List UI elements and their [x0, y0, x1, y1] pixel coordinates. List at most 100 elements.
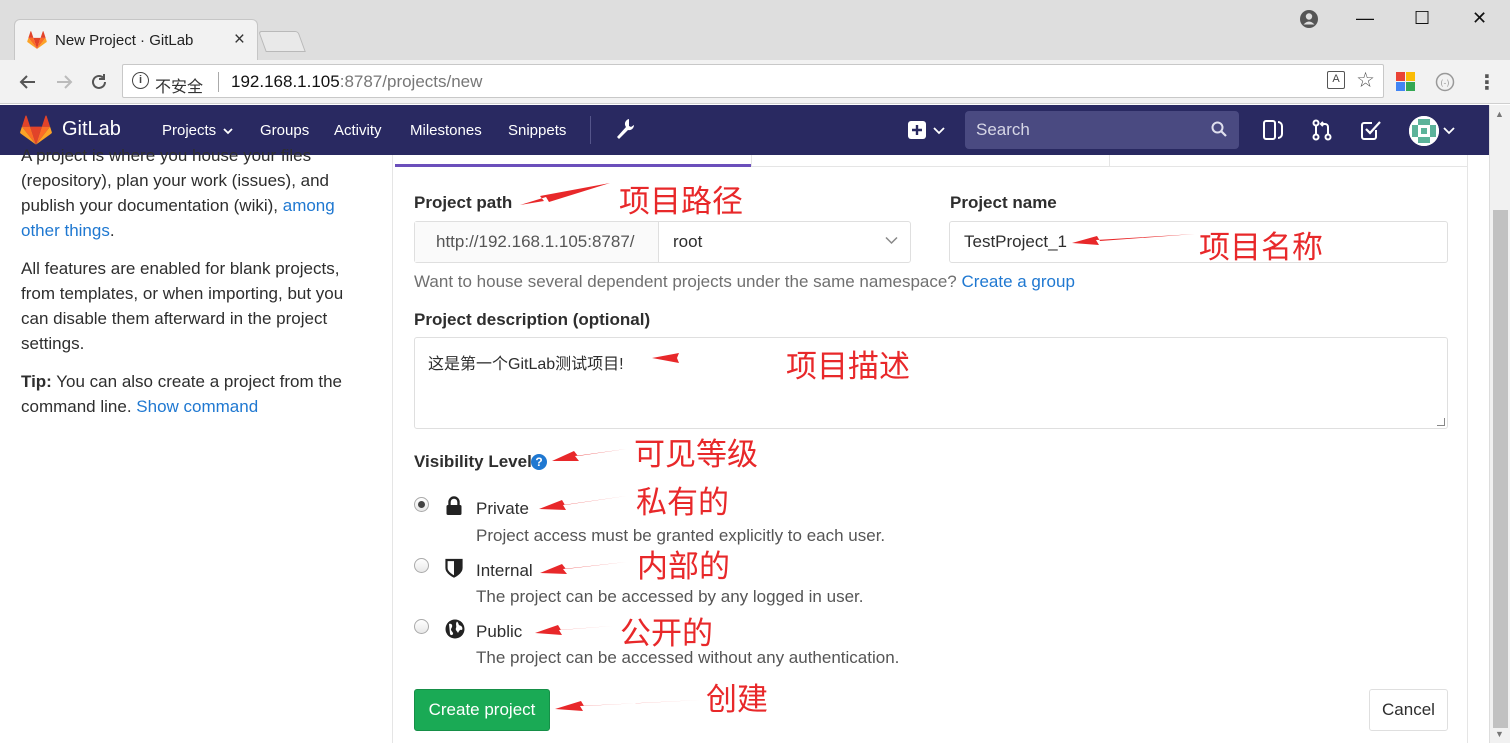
- features-paragraph: All features are enabled for blank proje…: [21, 259, 344, 353]
- lock-icon: [446, 496, 462, 515]
- back-icon[interactable]: [18, 72, 38, 92]
- annotation-desc-text: 项目描述: [786, 349, 910, 385]
- browser-tabstrip: New Project · GitLab × — ☐ ✕: [0, 0, 1510, 60]
- annotation-internal-text: 内部的: [637, 549, 730, 585]
- search-input[interactable]: [965, 111, 1205, 149]
- nav-groups[interactable]: Groups: [260, 122, 309, 139]
- nav-activity[interactable]: Activity: [334, 122, 382, 139]
- annotation-private-text: 私有的: [636, 485, 729, 521]
- reload-icon[interactable]: [89, 72, 109, 92]
- plus-square-icon: [908, 121, 926, 139]
- user-avatar[interactable]: [1409, 116, 1439, 146]
- annotation-arrow-private: [539, 496, 626, 510]
- globe-icon: [445, 619, 465, 639]
- project-tabs-strip: [393, 155, 1468, 167]
- visibility-internal-radio[interactable]: [414, 558, 429, 573]
- search-box[interactable]: [965, 111, 1239, 149]
- visibility-private-radio[interactable]: [414, 497, 429, 512]
- bookmark-star-icon[interactable]: ☆: [1356, 68, 1375, 93]
- path-prefix: http://192.168.1.105:8787/: [415, 222, 659, 262]
- extension-circle-icon[interactable]: (-): [1435, 72, 1455, 92]
- new-item-dropdown[interactable]: [908, 121, 946, 144]
- nav-milestones[interactable]: Milestones: [410, 122, 482, 139]
- annotation-arrow-internal: [540, 562, 626, 574]
- browser-toolbar: i 不安全 192.168.1.105:8787/projects/new A …: [0, 60, 1510, 104]
- intro-paragraph: A project is where you house your files …: [21, 146, 335, 240]
- visibility-level-label: Visibility Level: [414, 452, 532, 471]
- annotation-arrow-visibility: [552, 449, 626, 461]
- scrollbar-thumb[interactable]: [1493, 210, 1508, 728]
- annotation-arrow-path: [520, 183, 610, 205]
- chevron-down-icon[interactable]: [1443, 127, 1455, 135]
- address-bar[interactable]: i 不安全 192.168.1.105:8787/projects/new A …: [122, 64, 1384, 98]
- tab-close-icon[interactable]: ×: [234, 29, 245, 51]
- todos-icon[interactable]: [1361, 119, 1381, 141]
- tip-paragraph: Tip: You can also create a project from …: [21, 372, 342, 416]
- project-description-textarea[interactable]: 这是第一个GitLab测试项目!: [414, 337, 1448, 429]
- chevron-down-icon: [223, 128, 233, 135]
- annotation-name-text: 项目名称: [1199, 230, 1323, 266]
- namespace-help-text: Want to house several dependent projects…: [414, 272, 1075, 291]
- forward-icon[interactable]: [54, 72, 74, 92]
- annotation-arrow-create: [555, 700, 700, 711]
- visibility-public-radio[interactable]: [414, 619, 429, 634]
- description-label: Project description (optional): [414, 310, 651, 329]
- insecure-label: 不安全: [155, 79, 204, 96]
- project-path-label: Project path: [414, 193, 513, 212]
- extension-colorful-icon[interactable]: [1396, 72, 1415, 91]
- svg-text:(-): (-): [1440, 79, 1449, 88]
- active-tab-indicator: [395, 164, 752, 167]
- cancel-button[interactable]: Cancel: [1369, 689, 1448, 731]
- profile-icon[interactable]: [1299, 9, 1319, 29]
- page-scrollbar[interactable]: ▲ ▼: [1489, 105, 1510, 743]
- annotation-public-text: 公开的: [620, 616, 713, 652]
- project-info-panel: A project is where you house your files …: [21, 143, 361, 432]
- create-group-link[interactable]: Create a group: [962, 272, 1075, 291]
- annotation-create-text: 创建: [706, 682, 768, 718]
- visibility-internal-label[interactable]: Internal: [476, 561, 533, 581]
- gitlab-logo-icon[interactable]: [20, 115, 52, 145]
- nav-projects[interactable]: Projects: [162, 122, 233, 139]
- translate-icon[interactable]: A: [1327, 71, 1345, 89]
- create-project-button[interactable]: Create project: [414, 689, 550, 731]
- project-name-label: Project name: [950, 193, 1057, 212]
- omnibox-separator: [218, 72, 219, 92]
- resize-handle[interactable]: [1437, 418, 1445, 426]
- url-text[interactable]: 192.168.1.105:8787/projects/new: [231, 72, 482, 92]
- chevron-down-icon[interactable]: [885, 236, 898, 245]
- nav-snippets[interactable]: Snippets: [508, 122, 566, 139]
- minimize-icon[interactable]: —: [1356, 8, 1374, 29]
- namespace-select[interactable]: root: [673, 232, 702, 252]
- visibility-private-label[interactable]: Private: [476, 499, 529, 519]
- new-tab-button[interactable]: [258, 31, 306, 52]
- scroll-up-icon[interactable]: ▲: [1495, 109, 1504, 119]
- gitlab-favicon-icon: [27, 31, 47, 49]
- annotation-visibility-text: 可见等级: [634, 437, 758, 473]
- tab-title: New Project · GitLab: [55, 32, 194, 49]
- info-icon[interactable]: i: [132, 72, 149, 89]
- annotation-arrow-public: [535, 625, 612, 635]
- admin-wrench-icon[interactable]: [614, 117, 636, 141]
- shield-icon: [445, 558, 463, 578]
- column-divider: [392, 155, 393, 743]
- gitlab-brand[interactable]: GitLab: [62, 118, 121, 141]
- search-icon: [1211, 121, 1227, 137]
- chevron-down-icon: [933, 127, 946, 135]
- show-command-link[interactable]: Show command: [136, 397, 258, 416]
- identicon-icon: [1409, 116, 1439, 146]
- description-text: 这是第一个GitLab测试项目!: [428, 356, 624, 373]
- scroll-down-icon[interactable]: ▼: [1495, 729, 1504, 739]
- browser-tab[interactable]: New Project · GitLab ×: [14, 19, 258, 60]
- visibility-public-label[interactable]: Public: [476, 622, 522, 642]
- window-close-icon[interactable]: ✕: [1472, 8, 1487, 29]
- nav-divider: [590, 116, 591, 144]
- browser-menu-icon[interactable]: ⋮: [1477, 70, 1497, 95]
- maximize-icon[interactable]: ☐: [1414, 8, 1430, 29]
- project-path-group: http://192.168.1.105:8787/ root: [414, 221, 911, 263]
- form-right-border: [1467, 167, 1468, 743]
- merge-requests-icon[interactable]: [1312, 119, 1332, 141]
- annotation-path-text: 项目路径: [619, 184, 743, 220]
- help-question-icon[interactable]: ?: [531, 454, 547, 470]
- visibility-internal-desc: The project can be accessed by any logge…: [476, 587, 864, 606]
- issues-icon[interactable]: [1263, 119, 1283, 141]
